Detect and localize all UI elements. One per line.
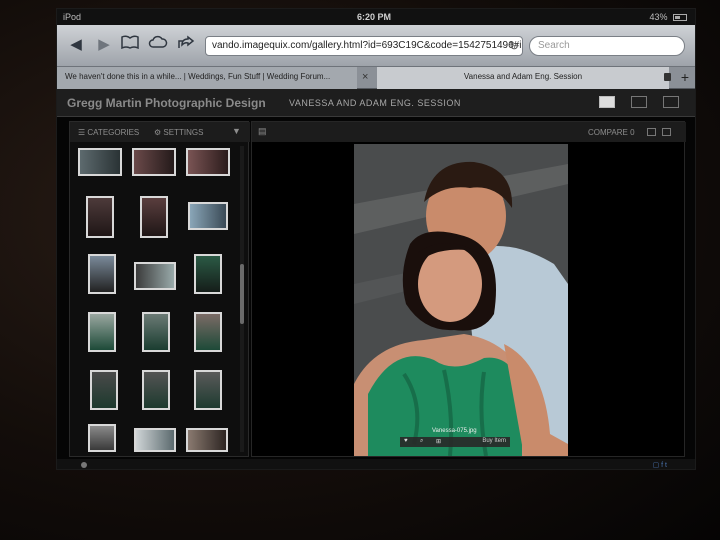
thumbnail[interactable] [194, 370, 222, 410]
lock-icon [664, 73, 671, 81]
buy-item-button[interactable]: Buy Item [482, 438, 506, 444]
session-title: VANESSA AND ADAM ENG. SESSION [289, 98, 461, 108]
compare-button[interactable]: COMPARE 0 [588, 128, 635, 137]
compare-count: 0 [630, 128, 635, 137]
thumbnail[interactable] [132, 148, 176, 176]
favorites-icon[interactable] [631, 96, 647, 108]
footer-dot-icon [81, 462, 87, 468]
url-field[interactable]: vando.imagequix.com/gallery.html?id=693C… [205, 36, 523, 56]
device-name: iPod [63, 12, 82, 22]
thumbnail[interactable] [88, 424, 116, 452]
close-tab-icon[interactable]: × [362, 71, 368, 83]
thumbnail[interactable] [188, 202, 228, 230]
favorite-heart-icon[interactable]: ♥ [404, 438, 408, 444]
gallery-footer: ▢ f t [57, 459, 695, 469]
device-frame: iPod 6:20 PM 43% ◀ ▶ vando.imagequix.com… [0, 0, 720, 540]
sidebar-cart-icon[interactable]: ▼ [232, 126, 241, 136]
thumbnail[interactable] [78, 148, 122, 176]
share-icon[interactable] [175, 34, 197, 56]
tab-wedding-forum[interactable]: We haven't done this in a while... | Wed… [57, 67, 357, 89]
icloud-tabs-icon[interactable] [147, 34, 169, 56]
thumbnail[interactable] [88, 312, 116, 352]
thumbnail[interactable] [140, 196, 168, 238]
status-time: 6:20 PM [357, 12, 392, 22]
thumbnail[interactable] [194, 254, 222, 294]
browser-toolbar: ◀ ▶ vando.imagequix.com/gallery.html?id=… [57, 25, 695, 67]
sidebar-header: ☰ CATEGORIES ⚙ SETTINGS ▼ [70, 122, 250, 142]
battery-percent: 43% [649, 12, 668, 22]
studio-logo[interactable]: Gregg Martin Photographic Design [67, 96, 266, 110]
reload-icon[interactable]: ↻ [509, 39, 519, 53]
thumbnail[interactable] [86, 196, 114, 238]
thumbnail[interactable] [142, 312, 170, 352]
zoom-icon[interactable]: ⌕ [420, 438, 423, 445]
gallery-header: Gregg Martin Photographic Design VANESSA… [57, 89, 695, 117]
categories-button[interactable]: ☰ CATEGORIES [78, 128, 139, 137]
search-field[interactable]: Search [529, 36, 685, 56]
viewer-menu-icon[interactable]: ▤ [258, 126, 267, 137]
scrollbar-thumb[interactable] [240, 264, 244, 324]
thumbnail[interactable] [134, 262, 176, 290]
battery-indicator: 43% [649, 12, 687, 22]
thumbnail[interactable] [194, 312, 222, 352]
grid-view-icon[interactable] [647, 128, 656, 136]
photo-caption: Vanessa-075.jpg [432, 428, 477, 434]
battery-icon [673, 14, 687, 22]
thumbnail[interactable] [186, 428, 228, 452]
back-icon[interactable]: ◀ [65, 34, 87, 56]
photo-action-bar: ♥ ⌕ ⊞ Buy Item [400, 437, 510, 447]
fullscreen-icon[interactable] [662, 128, 671, 136]
thumbnail[interactable] [186, 148, 230, 176]
thumbnail-grid [76, 146, 236, 452]
ipad-screen: iPod 6:20 PM 43% ◀ ▶ vando.imagequix.com… [56, 8, 696, 470]
tab-gallery[interactable]: Vanessa and Adam Eng. Session [377, 67, 669, 89]
bookmarks-icon[interactable] [119, 34, 141, 56]
photo-viewer: ▤ COMPARE 0 Vanessa-075.jpg ♥ ⌕ ⊞ Buy It… [251, 121, 686, 457]
thumbnail[interactable] [134, 428, 176, 452]
cart-icon[interactable] [663, 96, 679, 108]
compare-add-icon[interactable]: ⊞ [436, 438, 441, 445]
settings-button[interactable]: ⚙ SETTINGS [154, 128, 203, 137]
main-photo[interactable] [354, 144, 568, 456]
status-bar: iPod 6:20 PM 43% [57, 9, 695, 25]
couple-photo-image [354, 144, 568, 456]
new-tab-icon[interactable]: + [677, 69, 693, 85]
forward-icon[interactable]: ▶ [93, 34, 115, 56]
thumbnail[interactable] [88, 254, 116, 294]
compare-label: COMPARE [588, 128, 628, 137]
social-icons[interactable]: ▢ f t [653, 461, 667, 469]
tab-strip: We haven't done this in a while... | Wed… [57, 67, 695, 89]
thumbnail[interactable] [90, 370, 118, 410]
sidebar-scrollbar[interactable] [240, 146, 244, 452]
account-icon[interactable] [599, 96, 615, 108]
settings-label: SETTINGS [163, 128, 204, 137]
viewer-header: ▤ COMPARE 0 [252, 122, 686, 142]
categories-label: CATEGORIES [87, 128, 140, 137]
thumbnail[interactable] [142, 370, 170, 410]
thumbnail-sidebar: ☰ CATEGORIES ⚙ SETTINGS ▼ [69, 121, 250, 457]
